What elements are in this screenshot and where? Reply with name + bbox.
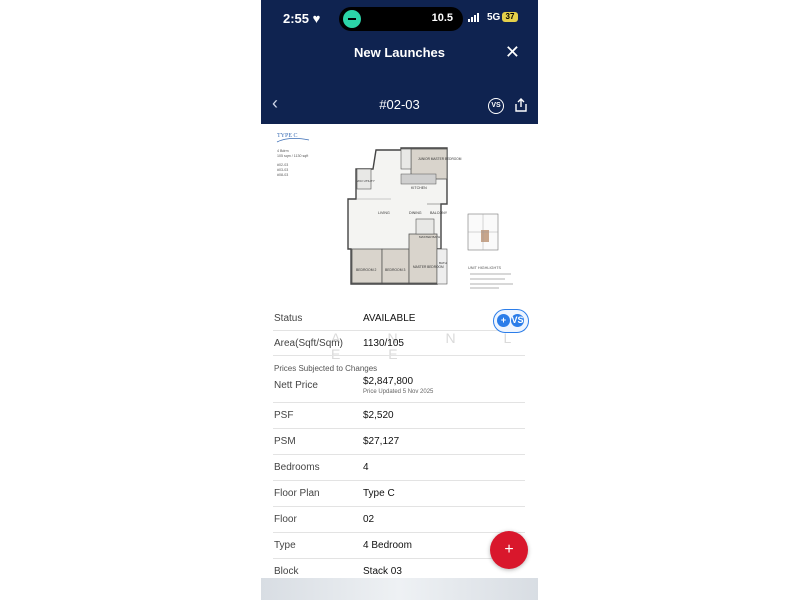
nett-price-row: Nett Price $2,847,800 Price Updated 5 No… xyxy=(273,376,525,403)
status-label: Status xyxy=(274,313,303,324)
block-value: Stack 03 xyxy=(363,566,402,577)
plus-icon: + xyxy=(497,314,510,327)
psf-label: PSF xyxy=(274,410,294,421)
phone-screen: 2:55 ♥ 10.5 5G 37 New Launches ✕ ‹ #02-0… xyxy=(261,0,538,600)
compare-add-button[interactable]: + VS xyxy=(493,309,529,333)
network-label: 5G xyxy=(487,12,501,23)
key-plan xyxy=(467,213,499,251)
unit-bar: ‹ #02-03 VS xyxy=(261,88,538,122)
bedrooms-value: 4 xyxy=(363,462,369,473)
type-row: Type 4 Bedroom xyxy=(273,533,525,559)
plan-area: 105 sqm / 1130 sqft xyxy=(277,154,308,158)
unit-details: Status AVAILABLE Area(Sqft/Sqm) 1130/105… xyxy=(273,306,525,584)
plan-unit-1: #02-03 xyxy=(277,163,288,167)
room-bedroom-3: BEDROOM 3 xyxy=(385,268,405,272)
floor-label: Floor xyxy=(274,514,297,525)
room-master-bath: MASTER BATH xyxy=(419,235,440,239)
unit-highlights-title: UNIT HIGHLIGHTS xyxy=(468,266,502,270)
bedrooms-label: Bedrooms xyxy=(274,462,320,473)
activity-icon xyxy=(343,10,361,28)
area-label: Area(Sqft/Sqm) xyxy=(274,338,343,349)
footer-image-strip xyxy=(261,578,538,600)
room-master-bedroom: MASTER BEDROOM xyxy=(413,265,444,269)
floor-row: Floor 02 xyxy=(273,507,525,533)
plan-unit-2: #03-03 xyxy=(277,168,288,172)
psf-row: PSF $2,520 xyxy=(273,403,525,429)
area-row: Area(Sqft/Sqm) 1130/105 xyxy=(273,331,525,356)
psm-label: PSM xyxy=(274,436,296,447)
status-value: AVAILABLE xyxy=(363,313,416,324)
room-bedroom-2: BEDROOM 2 xyxy=(356,268,376,272)
bedrooms-row: Bedrooms 4 xyxy=(273,455,525,481)
plan-bedrooms: 4 Bdrm xyxy=(277,149,289,153)
type-value: 4 Bedroom xyxy=(363,540,412,551)
close-icon[interactable]: ✕ xyxy=(505,42,520,63)
room-kitchen: KITCHEN xyxy=(411,186,427,190)
price-updated: Price Updated 5 Nov 2025 xyxy=(363,389,434,395)
type-label: Type xyxy=(274,540,296,551)
prices-note-row: Prices Subjected to Changes xyxy=(273,356,525,376)
psm-row: PSM $27,127 xyxy=(273,429,525,455)
room-junior-master: JUNIOR MASTER BEDROOM xyxy=(418,157,462,161)
room-balcony: BALCONY xyxy=(430,211,448,215)
plan-unit-3: #08-03 xyxy=(277,173,288,177)
status-bar: 2:55 ♥ 10.5 5G 37 xyxy=(261,0,538,38)
block-label: Block xyxy=(274,566,299,577)
area-value: 1130/105 xyxy=(363,338,404,349)
room-bath: BATH xyxy=(439,261,447,265)
nett-price-label: Nett Price xyxy=(274,380,318,391)
room-wc-utility: WC/ UTILITY xyxy=(357,179,375,183)
floor-plan-value: Type C xyxy=(363,488,395,499)
page-title: New Launches xyxy=(353,45,446,60)
nett-price-value: $2,847,800 xyxy=(363,376,414,387)
dynamic-island[interactable]: 10.5 xyxy=(339,7,463,31)
title-row: New Launches ✕ xyxy=(261,38,538,68)
psf-value: $2,520 xyxy=(363,410,394,421)
floor-plan-label: Floor Plan xyxy=(274,488,320,499)
prices-note: Prices Subjected to Changes xyxy=(274,364,378,373)
app-header: 2:55 ♥ 10.5 5G 37 New Launches ✕ ‹ #02-0… xyxy=(261,0,538,124)
unit-highlights-list xyxy=(470,273,513,289)
signal-icon xyxy=(468,12,479,22)
share-icon[interactable] xyxy=(513,97,529,113)
psm-value: $27,127 xyxy=(363,436,400,447)
floor-plan-drawing: TYPE C 4 Bdrm 105 sqm / 1130 sqft #02-03… xyxy=(276,133,513,289)
island-value: 10.5 xyxy=(431,12,453,24)
battery-icon: 37 xyxy=(502,12,518,22)
floating-add-button[interactable]: + xyxy=(490,531,528,569)
compare-vs-icon[interactable]: VS xyxy=(488,98,504,114)
room-living: LIVING xyxy=(378,211,390,215)
room-dining: DINING xyxy=(409,211,422,215)
clock: 2:55 ♥ xyxy=(283,11,321,26)
vs-badge: VS xyxy=(511,314,524,327)
floor-value: 02 xyxy=(363,514,375,525)
floor-plan-row: Floor Plan Type C xyxy=(273,481,525,507)
status-row: Status AVAILABLE xyxy=(273,306,525,331)
floor-plan-image[interactable]: TYPE C 4 Bdrm 105 sqm / 1130 sqft #02-03… xyxy=(261,124,538,300)
